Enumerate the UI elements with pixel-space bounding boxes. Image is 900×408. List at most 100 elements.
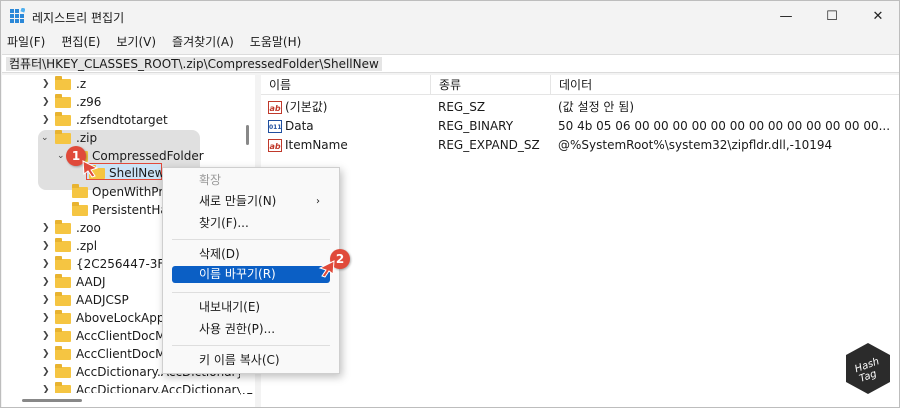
folder-icon bbox=[55, 292, 71, 306]
string-value-icon: ab bbox=[268, 101, 282, 114]
value-data: 50 4b 05 06 00 00 00 00 00 00 00 00 00 0… bbox=[558, 119, 891, 133]
folder-icon bbox=[55, 130, 71, 144]
tree-item-label: .zoo bbox=[76, 221, 101, 235]
value-type: REG_EXPAND_SZ bbox=[438, 138, 540, 152]
submenu-arrow-icon: › bbox=[316, 196, 320, 207]
tree-item-label: .zip bbox=[76, 131, 98, 145]
close-button[interactable]: ✕ bbox=[855, 1, 899, 32]
value-type: REG_BINARY bbox=[438, 119, 514, 133]
context-item-delete[interactable]: 삭제(D) bbox=[172, 245, 330, 264]
context-separator bbox=[172, 345, 330, 346]
close-icon: ✕ bbox=[872, 9, 884, 24]
chevron-right-icon[interactable]: ❯ bbox=[42, 273, 50, 291]
chevron-down-icon[interactable]: ⌄ bbox=[57, 147, 65, 165]
chevron-right-icon[interactable]: ❯ bbox=[42, 309, 50, 327]
hashtag-watermark-logo: Hash Tag bbox=[846, 343, 890, 394]
value-data: (값 설정 안 됨) bbox=[558, 100, 635, 114]
context-item-new[interactable]: 새로 만들기(N) › bbox=[172, 192, 330, 211]
folder-icon bbox=[55, 274, 71, 288]
chevron-right-icon[interactable]: ❯ bbox=[42, 75, 50, 93]
menu-view[interactable]: 보기(V) bbox=[116, 32, 156, 52]
chevron-right-icon[interactable]: ❯ bbox=[42, 93, 50, 111]
chevron-right-icon[interactable]: ❯ bbox=[42, 291, 50, 309]
menu-bar: 파일(F) 편집(E) 보기(V) 즐겨찾기(A) 도움말(H) bbox=[1, 32, 899, 52]
folder-icon bbox=[55, 328, 71, 342]
chevron-right-icon[interactable]: ❯ bbox=[42, 237, 50, 255]
tree-item-label: AboveLockAppl bbox=[76, 311, 168, 325]
folder-icon bbox=[72, 184, 88, 198]
folder-icon bbox=[55, 256, 71, 270]
value-name: ItemName bbox=[285, 138, 348, 152]
context-item-export[interactable]: 내보내기(E) bbox=[172, 298, 330, 317]
value-name: (기본값) bbox=[285, 100, 328, 114]
menu-favorites[interactable]: 즐겨찾기(A) bbox=[172, 32, 234, 52]
chevron-right-icon[interactable]: ❯ bbox=[42, 345, 50, 363]
tree-item-label: AADJCSP bbox=[76, 293, 129, 307]
tree-item-label: ShellNew bbox=[109, 166, 165, 180]
chevron-right-icon[interactable]: ❯ bbox=[42, 327, 50, 345]
chevron-down-icon[interactable]: ⌄ bbox=[41, 129, 49, 147]
tree-item-label: .z96 bbox=[76, 95, 102, 109]
menu-file[interactable]: 파일(F) bbox=[7, 32, 45, 52]
tree-horizontal-scrollbar[interactable] bbox=[2, 393, 240, 407]
tree-item-label: AccClientDocM bbox=[76, 329, 166, 343]
tree-item-label: .z bbox=[76, 77, 87, 91]
menu-help[interactable]: 도움말(H) bbox=[250, 32, 302, 52]
tree-vertical-scroll-thumb[interactable] bbox=[246, 125, 249, 145]
address-bar[interactable]: 컴퓨터\HKEY_CLASSES_ROOT\.zip\CompressedFol… bbox=[2, 54, 899, 73]
value-data: @%SystemRoot%\system32\zipfldr.dll,-1019… bbox=[558, 138, 833, 152]
chevron-right-icon[interactable]: ❯ bbox=[42, 255, 50, 273]
folder-icon bbox=[55, 112, 71, 126]
tree-item-label: {2C256447-3F0 bbox=[76, 257, 172, 271]
context-item-new-label: 새로 만들기(N) bbox=[199, 194, 277, 208]
folder-icon bbox=[55, 310, 71, 324]
registry-app-icon bbox=[10, 8, 25, 23]
context-item-permissions[interactable]: 사용 권한(P)... bbox=[172, 320, 330, 339]
minimize-button[interactable]: — bbox=[763, 1, 809, 32]
chevron-right-icon[interactable]: ❯ bbox=[42, 219, 50, 237]
context-item-copy-key-name[interactable]: 키 이름 복사(C) bbox=[172, 351, 330, 370]
tree-item-label: .zfsendtotarget bbox=[76, 113, 168, 127]
tree-item-label: AADJ bbox=[76, 275, 106, 289]
value-row-default[interactable]: ab (기본값) REG_SZ (값 설정 안 됨) bbox=[261, 98, 899, 117]
title-bar: 레지스트리 편집기 — ☐ ✕ bbox=[1, 1, 899, 32]
value-row-data[interactable]: 011 Data REG_BINARY 50 4b 05 06 00 00 00… bbox=[261, 117, 899, 136]
context-item-find[interactable]: 찾기(F)... bbox=[172, 214, 330, 233]
value-list-pane[interactable]: 이름 종류 데이터 ab (기본값) REG_SZ (값 설정 안 됨) 011… bbox=[261, 75, 899, 407]
folder-icon bbox=[55, 220, 71, 234]
column-header-name[interactable]: 이름 bbox=[261, 75, 431, 95]
folder-icon bbox=[55, 346, 71, 360]
folder-icon bbox=[72, 202, 88, 216]
folder-icon bbox=[55, 238, 71, 252]
tree-item-label: AccClientDocM bbox=[76, 347, 166, 361]
pointer-arrow-icon bbox=[318, 260, 335, 278]
column-header-type[interactable]: 종류 bbox=[431, 75, 551, 95]
column-header-data[interactable]: 데이터 bbox=[551, 75, 899, 95]
value-row-itemname[interactable]: ab ItemName REG_EXPAND_SZ @%SystemRoot%\… bbox=[261, 136, 899, 155]
context-separator bbox=[172, 292, 330, 293]
maximize-button[interactable]: ☐ bbox=[809, 1, 855, 32]
menu-edit[interactable]: 편집(E) bbox=[61, 32, 100, 52]
context-item-rename[interactable]: 이름 바꾸기(R) bbox=[172, 266, 330, 283]
tree-item-label: .zpl bbox=[76, 239, 98, 253]
window-title: 레지스트리 편집기 bbox=[32, 11, 125, 25]
value-type: REG_SZ bbox=[438, 100, 486, 114]
chevron-right-icon[interactable]: ❯ bbox=[42, 111, 50, 129]
chevron-right-icon[interactable]: ❯ bbox=[42, 363, 50, 381]
minimize-icon: — bbox=[779, 9, 793, 24]
pointer-arrow-icon bbox=[82, 160, 99, 178]
value-name: Data bbox=[285, 119, 314, 133]
tree-horizontal-scroll-thumb[interactable] bbox=[22, 399, 82, 402]
address-path[interactable]: 컴퓨터\HKEY_CLASSES_ROOT\.zip\CompressedFol… bbox=[6, 57, 382, 71]
context-separator bbox=[172, 239, 330, 240]
string-value-icon: ab bbox=[268, 139, 282, 152]
maximize-icon: ☐ bbox=[826, 9, 838, 24]
tree-item-label: OpenWithPro bbox=[92, 185, 171, 199]
folder-icon bbox=[55, 76, 71, 90]
registry-editor-window: 레지스트리 편집기 — ☐ ✕ 파일(F) 편집(E) 보기(V) 즐겨찾기(A… bbox=[0, 0, 900, 408]
tree-item-label: CompressedFolder bbox=[92, 149, 204, 163]
context-item-expand: 확장 bbox=[199, 173, 222, 187]
binary-value-icon: 011 bbox=[268, 120, 282, 133]
context-menu: 확장 새로 만들기(N) › 찾기(F)... 삭제(D) 이름 바꾸기(R) … bbox=[162, 167, 340, 374]
folder-icon bbox=[55, 94, 71, 108]
